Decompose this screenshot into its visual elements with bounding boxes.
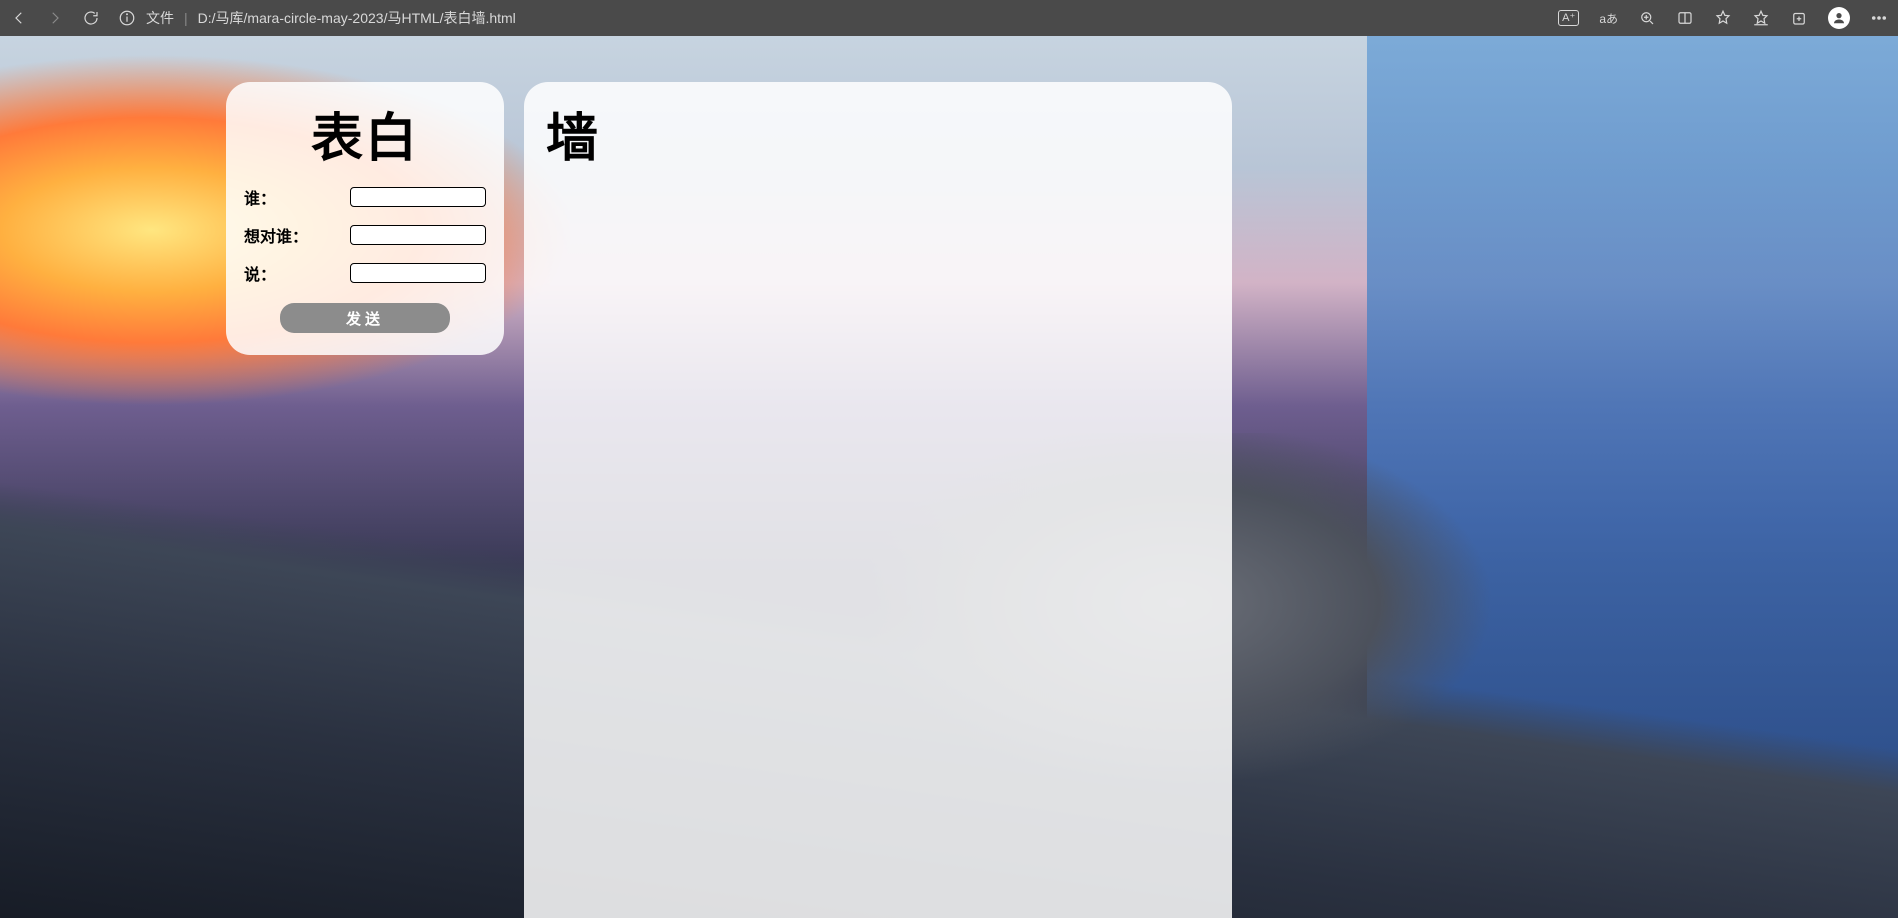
form-title: 表白: [244, 96, 486, 171]
zoom-icon[interactable]: [1638, 9, 1656, 27]
say-label: 说：: [244, 261, 276, 285]
send-button[interactable]: 发送: [280, 303, 450, 333]
browser-toolbar: 文件 | D:/马库/mara-circle-may-2023/马HTML/表白…: [0, 0, 1898, 36]
page-viewport: 表白 谁： 想对谁： 说： 发送 墙: [0, 36, 1898, 918]
say-input[interactable]: [350, 263, 486, 283]
collections-icon[interactable]: [1790, 9, 1808, 27]
info-icon[interactable]: [118, 9, 136, 27]
wall-title: 墙: [546, 96, 1210, 171]
profile-icon[interactable]: [1828, 7, 1850, 29]
to-whom-label: 想对谁：: [244, 223, 308, 247]
form-row-say: 说：: [244, 261, 486, 285]
confession-wall-panel: 墙: [524, 82, 1232, 918]
form-row-towhom: 想对谁：: [244, 223, 486, 247]
confession-form-panel: 表白 谁： 想对谁： 说： 发送: [226, 82, 504, 355]
form-row-who: 谁：: [244, 185, 486, 209]
who-label: 谁：: [244, 185, 276, 209]
file-label: 文件: [146, 8, 174, 28]
to-whom-input[interactable]: [350, 225, 486, 245]
address-bar[interactable]: 文件 | D:/马库/mara-circle-may-2023/马HTML/表白…: [118, 8, 1540, 28]
more-icon[interactable]: [1870, 9, 1888, 27]
favorite-icon[interactable]: [1714, 9, 1732, 27]
forward-icon[interactable]: [46, 9, 64, 27]
who-input[interactable]: [350, 187, 486, 207]
separator: |: [184, 10, 188, 26]
split-screen-icon[interactable]: [1676, 9, 1694, 27]
translate-icon[interactable]: aあ: [1599, 10, 1618, 27]
url-text: D:/马库/mara-circle-may-2023/马HTML/表白墙.htm…: [198, 8, 516, 28]
refresh-icon[interactable]: [82, 9, 100, 27]
read-aloud-icon[interactable]: A⁺: [1558, 10, 1579, 26]
favorites-bar-icon[interactable]: [1752, 9, 1770, 27]
back-icon[interactable]: [10, 9, 28, 27]
